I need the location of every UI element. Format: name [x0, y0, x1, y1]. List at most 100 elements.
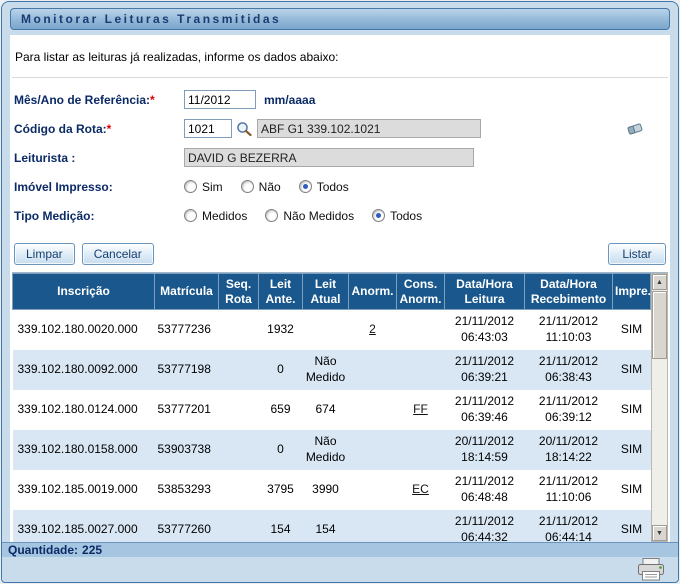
- cell-matricula: 53777198: [155, 350, 219, 390]
- search-icon[interactable]: [236, 121, 253, 137]
- mes-ano-input[interactable]: [184, 90, 256, 109]
- cell-data-leitura: 21/11/2012 06:44:32: [445, 510, 525, 543]
- cell-data-recebimento: 21/11/2012 06:38:43: [525, 350, 613, 390]
- radio-icon: [184, 209, 197, 222]
- eraser-icon[interactable]: [626, 121, 644, 137]
- radio-label: Todos: [317, 180, 349, 194]
- cell-inscricao: 339.102.180.0158.000: [13, 430, 155, 470]
- cell-seq-rota: [219, 390, 259, 430]
- cell-leit-ante: 0: [259, 430, 303, 470]
- scrollbar-thumb[interactable]: [652, 291, 667, 359]
- cell-anorm: [349, 470, 397, 510]
- cell-inscricao: 339.102.180.0092.000: [13, 350, 155, 390]
- header-seq-rota: Seq. Rota: [219, 274, 259, 310]
- radio-imovel-todos[interactable]: Todos: [299, 180, 349, 194]
- imovel-impresso-row: Imóvel Impresso: Sim Não Todos: [14, 176, 666, 197]
- table-row: 339.102.185.0019.000 53853293 3795 3990 …: [13, 470, 651, 510]
- cell-inscricao: 339.102.180.0020.000: [13, 310, 155, 350]
- table-row: 339.102.180.0158.000 53903738 0 Não Medi…: [13, 430, 651, 470]
- required-asterisk: *: [150, 93, 155, 107]
- scroll-up-button[interactable]: ▲: [652, 274, 667, 290]
- filter-form: Mês/Ano de Referência:* mm/aaaa Código d…: [12, 78, 668, 236]
- leiturista-row: Leiturista :: [14, 147, 666, 168]
- codigo-rota-input[interactable]: [184, 119, 232, 138]
- cell-data-leitura: 20/11/2012 18:14:59: [445, 430, 525, 470]
- button-row: Limpar Cancelar Listar: [12, 236, 668, 271]
- header-impre: Impre.: [613, 274, 651, 310]
- tipo-medicao-row: Tipo Medição: Medidos Não Medidos Todos: [14, 205, 666, 226]
- cell-leit-ante: 154: [259, 510, 303, 543]
- imovel-impresso-group: Sim Não Todos: [184, 180, 349, 194]
- cell-cons-anorm[interactable]: EC: [397, 470, 445, 510]
- cell-data-leitura: 21/11/2012 06:48:48: [445, 470, 525, 510]
- required-asterisk: *: [107, 122, 112, 136]
- tipo-medicao-label: Tipo Medição:: [14, 209, 184, 223]
- cell-matricula: 53853293: [155, 470, 219, 510]
- scroll-down-icon: ▼: [656, 530, 663, 537]
- header-cons-anorm: Cons. Anorm.: [397, 274, 445, 310]
- cell-leit-ante: 659: [259, 390, 303, 430]
- scrollbar-track[interactable]: [652, 290, 667, 525]
- cancelar-button[interactable]: Cancelar: [82, 243, 154, 265]
- radio-label: Medidos: [202, 209, 247, 223]
- scroll-down-button[interactable]: ▼: [652, 525, 667, 541]
- cell-cons-anorm[interactable]: FF: [397, 390, 445, 430]
- cell-anorm: [349, 350, 397, 390]
- cell-seq-rota: [219, 310, 259, 350]
- cell-impre: SIM: [613, 510, 651, 543]
- cell-cons-anorm: [397, 310, 445, 350]
- table-scrollbar[interactable]: ▲ ▼: [651, 273, 668, 542]
- cell-leit-atual: 154: [303, 510, 349, 543]
- cell-cons-anorm: [397, 510, 445, 543]
- cell-leit-atual: 674: [303, 390, 349, 430]
- listar-button[interactable]: Listar: [608, 243, 666, 265]
- cell-cons-anorm: [397, 430, 445, 470]
- readings-table-body: 339.102.180.0020.000 53777236 1932 2 21/…: [13, 310, 651, 543]
- cell-matricula: 53777260: [155, 510, 219, 543]
- radio-icon: [265, 209, 278, 222]
- cell-anorm: [349, 510, 397, 543]
- scroll-up-icon: ▲: [656, 279, 663, 286]
- cell-impre: SIM: [613, 430, 651, 470]
- page-title: Monitorar Leituras Transmitidas: [21, 12, 281, 26]
- cell-anorm[interactable]: 2: [349, 310, 397, 350]
- leiturista-label: Leiturista :: [14, 151, 184, 165]
- monitorar-leituras-window: Monitorar Leituras Transmitidas Para lis…: [1, 1, 679, 583]
- limpar-button[interactable]: Limpar: [14, 243, 75, 265]
- header-matricula: Matrícula: [155, 274, 219, 310]
- cell-impre: SIM: [613, 470, 651, 510]
- cell-inscricao: 339.102.180.0124.000: [13, 390, 155, 430]
- radio-icon: [241, 180, 254, 193]
- cell-anorm: [349, 430, 397, 470]
- leiturista-field: [184, 148, 474, 167]
- cell-inscricao: 339.102.185.0019.000: [13, 470, 155, 510]
- cell-data-recebimento: 21/11/2012 11:10:03: [525, 310, 613, 350]
- cell-data-recebimento: 21/11/2012 11:10:06: [525, 470, 613, 510]
- cell-impre: SIM: [613, 310, 651, 350]
- cell-seq-rota: [219, 510, 259, 543]
- radio-icon: [184, 180, 197, 193]
- cell-data-leitura: 21/11/2012 06:39:21: [445, 350, 525, 390]
- cell-data-leitura: 21/11/2012 06:39:46: [445, 390, 525, 430]
- radio-nao-medidos[interactable]: Não Medidos: [265, 209, 354, 223]
- cell-impre: SIM: [613, 390, 651, 430]
- printer-icon[interactable]: [636, 557, 666, 583]
- cell-leit-atual: [303, 310, 349, 350]
- header-data-leitura: Data/Hora Leitura: [445, 274, 525, 310]
- cell-seq-rota: [219, 350, 259, 390]
- radio-label: Não: [259, 180, 281, 194]
- radio-imovel-nao[interactable]: Não: [241, 180, 281, 194]
- radio-medicao-todos[interactable]: Todos: [372, 209, 422, 223]
- radio-imovel-sim[interactable]: Sim: [184, 180, 223, 194]
- codigo-rota-label: Código da Rota:*: [14, 122, 184, 136]
- cell-matricula: 53777201: [155, 390, 219, 430]
- readings-table-area: Inscrição Matrícula Seq. Rota Leit Ante.…: [12, 272, 668, 542]
- codigo-rota-row: Código da Rota:*: [14, 118, 666, 139]
- cell-data-recebimento: 21/11/2012 06:39:12: [525, 390, 613, 430]
- quantidade-value: 225: [82, 543, 102, 557]
- quantidade-label: Quantidade:: [8, 543, 78, 557]
- radio-medidos[interactable]: Medidos: [184, 209, 247, 223]
- cell-leit-atual: Não Medido: [303, 430, 349, 470]
- radio-selected-icon: [299, 180, 312, 193]
- title-bar: Monitorar Leituras Transmitidas: [10, 8, 670, 30]
